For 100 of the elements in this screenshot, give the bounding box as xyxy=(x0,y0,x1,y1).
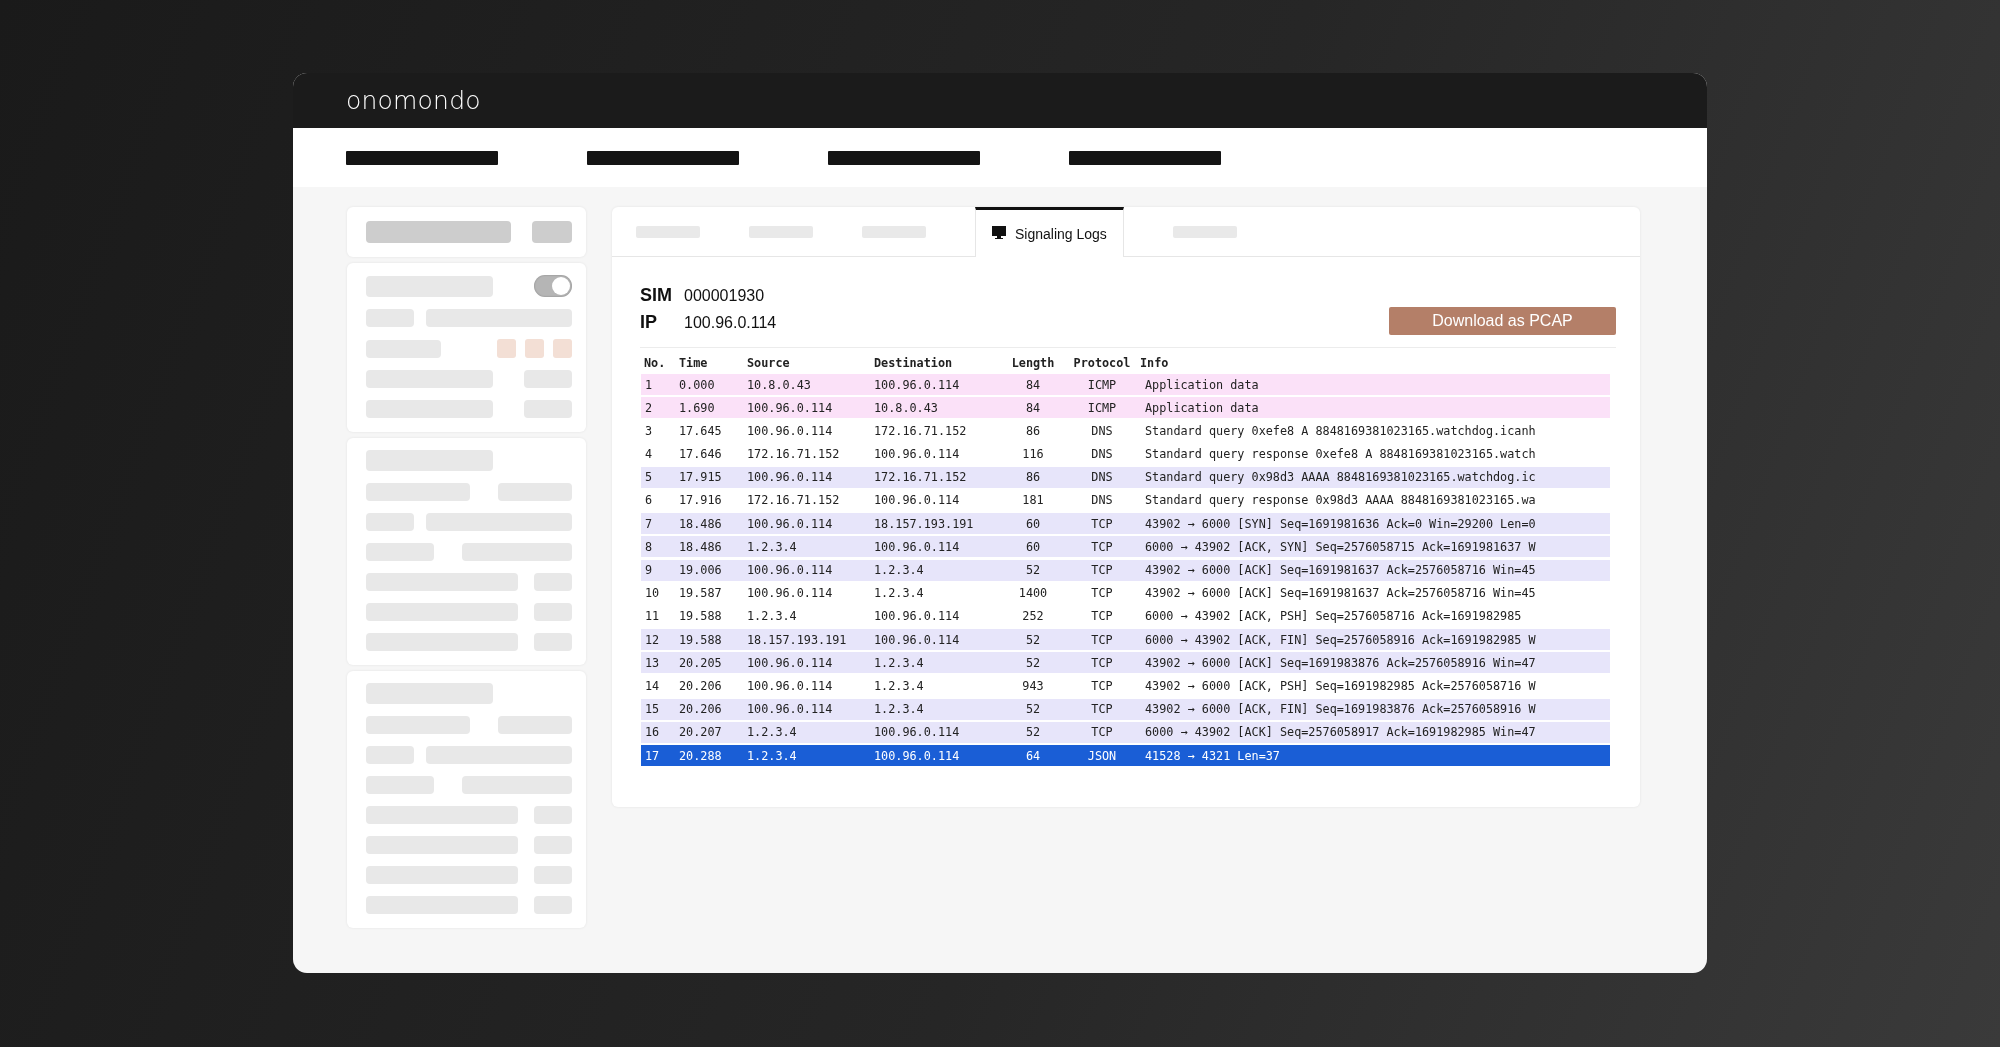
column-header: Time xyxy=(679,355,709,370)
table-cell-text: TCP xyxy=(1090,539,1114,554)
table-cell-text: 1.2.3.4 xyxy=(874,586,925,601)
toggle-switch[interactable] xyxy=(534,275,572,297)
table-cell-text: 100.96.0.114 xyxy=(874,632,961,647)
table-cell-text: TCP xyxy=(1090,516,1114,531)
table-row[interactable]: 1 0.000 10.8.0.43 100.96.0.114 84 ICMP Application data xyxy=(641,374,1610,395)
table-cell-text: 43902 → 6000 [ACK, PSH] Seq=1691982985 Ack=2576058716 W xyxy=(1144,678,1537,693)
table-cell-text: Standard query 0x98d3 AAAA 8848169381023165.watchdog.ic xyxy=(1144,470,1537,485)
table-cell-text: 20.206 xyxy=(679,678,723,693)
table-cell-text: 18.486 xyxy=(679,516,723,531)
table-cell-text: 100.96.0.114 xyxy=(747,586,834,601)
table-cell-text: 20.205 xyxy=(679,655,723,670)
table-cell-text: 10.8.0.43 xyxy=(874,400,939,415)
field-label: SIM xyxy=(640,285,673,306)
table-cell-text: 7 xyxy=(644,516,654,531)
nav-placeholder[interactable] xyxy=(587,150,739,165)
table-row[interactable]: 9 19.006 100.96.0.114 1.2.3.4 52 TCP 43902 → 6000 [ACK] Seq=1691981637 Ack=2576058716 Win=45 xyxy=(641,559,1610,581)
table-cell-text: 9 xyxy=(644,563,654,577)
table-cell-text: TCP xyxy=(1090,632,1114,647)
table-cell-text: 100.96.0.114 xyxy=(747,516,834,531)
table-cell-text: 100.96.0.114 xyxy=(874,748,961,763)
table-cell-text: 17 xyxy=(644,748,661,763)
table-cell-text: 100.96.0.114 xyxy=(747,400,834,415)
table-cell-text: 1.2.3.4 xyxy=(874,563,925,577)
table-row[interactable]: 17 20.288 1.2.3.4 100.96.0.114 64 JSON 41528 → 4321 Len=37 xyxy=(641,745,1610,766)
table-cell-text: 19.587 xyxy=(679,586,723,601)
table-cell-text: 16 xyxy=(644,725,661,740)
nav-placeholder[interactable] xyxy=(828,150,980,165)
table-cell-text: 116 xyxy=(1021,447,1045,462)
logo: onomondo xyxy=(346,86,481,115)
table-cell-text: 5 xyxy=(644,470,654,485)
monitor-icon xyxy=(992,225,1006,242)
table-cell-text: TCP xyxy=(1090,586,1114,601)
table-cell-text: 6000 → 43902 [ACK, PSH] Seq=2576058716 Ack=1691982985 xyxy=(1144,609,1523,624)
table-cell-text: 100.96.0.114 xyxy=(747,423,834,438)
skeleton-square xyxy=(525,339,544,358)
table-cell-text: 20.288 xyxy=(679,748,723,763)
table-cell-text: 10.8.0.43 xyxy=(747,377,812,392)
table-cell-text: TCP xyxy=(1090,563,1114,577)
table-cell-text: 60 xyxy=(1024,539,1042,554)
table-cell-text: 172.16.71.152 xyxy=(747,493,841,508)
tab[interactable]: Signaling Logs xyxy=(975,207,1124,257)
table-row[interactable]: 13 20.205 100.96.0.114 1.2.3.4 52 TCP 43902 → 6000 [ACK] Seq=1691983876 Ack=2576058916 Win=47 xyxy=(641,652,1610,674)
table-cell-text: 84 xyxy=(1024,377,1042,392)
table-cell-text: 17.916 xyxy=(679,493,723,508)
table-cell-text: 1.2.3.4 xyxy=(874,678,925,693)
table-cell-text: 11 xyxy=(644,609,661,624)
column-header: Source xyxy=(747,355,791,370)
table-cell-text: 52 xyxy=(1024,725,1042,740)
table-cell-text: DNS xyxy=(1090,493,1114,508)
table-cell-text: DNS xyxy=(1090,470,1114,485)
table-cell-text: 2 xyxy=(644,400,654,415)
table-cell-text: 252 xyxy=(1021,609,1045,624)
table-cell-text: 14 xyxy=(644,678,661,693)
table-cell-text: 86 xyxy=(1024,470,1042,485)
table-row[interactable]: 5 17.915 100.96.0.114 172.16.71.152 86 DNS Standard query 0x98d3 AAAA 8848169381023165.watchdog.ic xyxy=(641,466,1610,488)
table-cell-text: 84 xyxy=(1024,400,1042,415)
table-cell-text: 64 xyxy=(1024,748,1042,763)
table-cell-text: 86 xyxy=(1024,423,1042,438)
field-value: 000001930 xyxy=(684,287,765,305)
field-label: IP xyxy=(640,312,658,333)
table-cell-text: 172.16.71.152 xyxy=(874,423,968,438)
table-cell-text: 20.207 xyxy=(679,725,723,740)
table-cell-text: 43902 → 6000 [SYN] Seq=1691981636 Ack=0 Win=29200 Len=0 xyxy=(1144,516,1537,531)
table-cell-text: 19.006 xyxy=(679,563,723,577)
table-cell-text: TCP xyxy=(1090,702,1114,717)
table-cell-text: 20.206 xyxy=(679,702,723,717)
table-cell-text: TCP xyxy=(1090,609,1114,624)
table-cell-text: 100.96.0.114 xyxy=(747,563,834,577)
table-cell-text: 3 xyxy=(644,423,654,438)
table-cell-text: 1400 xyxy=(1017,586,1049,601)
table-cell-text: 10 xyxy=(644,586,661,601)
table-cell-text: ICMP xyxy=(1086,377,1118,392)
column-header: No. xyxy=(643,355,667,370)
column-header: Info xyxy=(1140,355,1170,370)
table-row[interactable]: 7 18.486 100.96.0.114 18.157.193.191 60 TCP 43902 → 6000 [SYN] Seq=1691981636 Ack=0 Win=29200 Len=0 xyxy=(641,513,1610,535)
column-header: Destination xyxy=(874,355,954,370)
nav-placeholder[interactable] xyxy=(1069,150,1221,165)
table-cell-text: 1.2.3.4 xyxy=(747,725,798,740)
skeleton-bar xyxy=(532,221,572,243)
table-cell-text: 1.2.3.4 xyxy=(747,539,798,554)
table-row[interactable]: 16 20.207 1.2.3.4 100.96.0.114 52 TCP 6000 → 43902 [ACK] Seq=2576058917 Ack=1691982985 Win=47 xyxy=(641,721,1610,743)
table-row[interactable]: 15 20.206 100.96.0.114 1.2.3.4 52 TCP 43902 → 6000 [ACK, FIN] Seq=1691983876 Ack=2576058916 W xyxy=(641,698,1610,720)
table-cell-text: 181 xyxy=(1021,493,1045,508)
table-cell-text: 172.16.71.152 xyxy=(874,470,968,485)
table-row[interactable]: 8 18.486 1.2.3.4 100.96.0.114 60 TCP 6000 → 43902 [ACK, SYN] Seq=2576058715 Ack=1691981637 W xyxy=(641,536,1610,558)
table-cell-text: Application data xyxy=(1144,377,1260,392)
table-row[interactable]: 2 1.690 100.96.0.114 10.8.0.43 84 ICMP Application data xyxy=(641,397,1610,419)
table-cell-text: 18.157.193.191 xyxy=(874,516,975,531)
table-cell-text: TCP xyxy=(1090,678,1114,693)
table-cell-text: 100.96.0.114 xyxy=(747,470,834,485)
table-cell-text: 15 xyxy=(644,702,661,717)
table-row[interactable]: 12 19.588 18.157.193.191 100.96.0.114 52 TCP 6000 → 43902 [ACK, FIN] Seq=2576058916 Ack=1691982985 W xyxy=(641,629,1610,651)
table-cell-text: 100.96.0.114 xyxy=(874,447,961,462)
table-cell-text: 943 xyxy=(1021,678,1045,693)
table-cell-text: DNS xyxy=(1090,423,1114,438)
table-cell-text: 17.915 xyxy=(679,470,723,485)
nav-placeholder[interactable] xyxy=(346,150,498,165)
table-cell-text: 100.96.0.114 xyxy=(747,702,834,717)
